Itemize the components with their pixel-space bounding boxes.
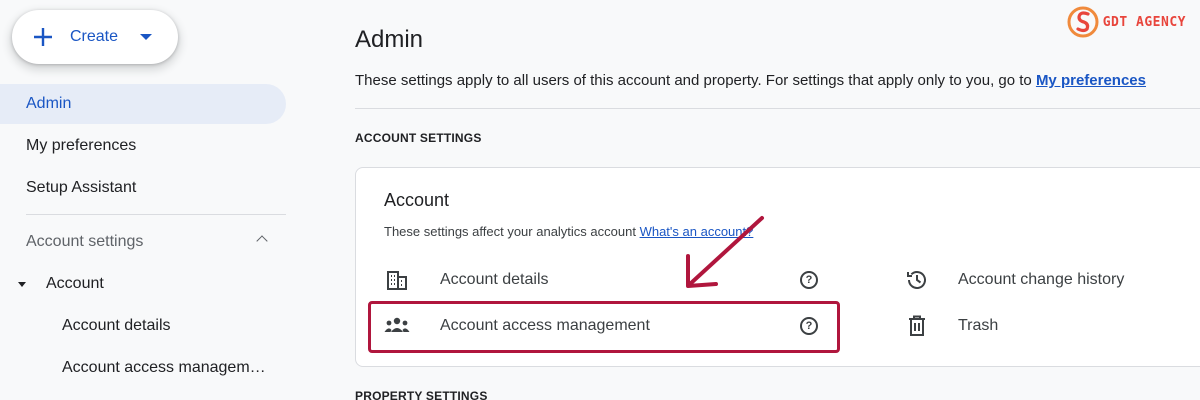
sidebar-item-label: Account details: [62, 317, 171, 334]
sidebar-item-admin[interactable]: Admin: [0, 84, 286, 124]
account-settings-heading: ACCOUNT SETTINGS: [355, 131, 482, 145]
card-title: Account: [384, 190, 450, 210]
sidebar-item-account[interactable]: Account: [0, 264, 286, 304]
account-details-item[interactable]: Account details ?: [384, 260, 834, 300]
sidebar-item-account-details[interactable]: Account details: [0, 306, 286, 346]
divider: [355, 108, 1200, 109]
card-description-text: These settings affect your analytics acc…: [384, 224, 640, 239]
page-description: These settings apply to all users of thi…: [355, 72, 1146, 89]
chevron-up-icon: [256, 235, 268, 247]
property-settings-heading: PROPERTY SETTINGS: [355, 389, 488, 400]
help-icon[interactable]: ?: [800, 271, 818, 289]
history-icon: [904, 267, 930, 293]
account-change-history-label: Account change history: [958, 271, 1125, 288]
sidebar-item-label: Admin: [26, 95, 72, 112]
highlight-box: [368, 301, 840, 353]
account-details-label: Account details: [440, 271, 549, 288]
sidebar-item-label: Account access managem…: [62, 359, 266, 376]
sidebar-section-account-settings[interactable]: Account settings: [0, 222, 286, 262]
page-title: Admin: [355, 26, 424, 53]
building-icon: [384, 267, 410, 293]
sidebar-item-label: Account: [46, 275, 104, 292]
create-button[interactable]: Create: [12, 10, 178, 64]
create-label: Create: [70, 28, 119, 45]
sidebar-section-label: Account settings: [26, 233, 144, 250]
gdt-agency-logo: GDT AGENCY: [1065, 4, 1186, 40]
trash-item[interactable]: Trash: [904, 306, 1200, 346]
sidebar-divider: [26, 214, 286, 215]
page-description-text: These settings apply to all users of thi…: [355, 72, 1036, 89]
sidebar-item-account-access-management[interactable]: Account access managem…: [0, 348, 286, 388]
sidebar-item-label: Setup Assistant: [26, 179, 137, 196]
trash-label: Trash: [958, 317, 999, 334]
whats-an-account-link[interactable]: What's an account?: [640, 224, 754, 239]
sidebar: Create Admin My preferences Setup Assist…: [0, 0, 300, 400]
my-preferences-link[interactable]: My preferences: [1036, 72, 1146, 89]
card-description: These settings affect your analytics acc…: [384, 224, 753, 239]
sidebar-item-my-preferences[interactable]: My preferences: [0, 126, 286, 166]
trash-icon: [904, 313, 930, 339]
sidebar-item-label: My preferences: [26, 137, 137, 154]
sidebar-item-setup-assistant[interactable]: Setup Assistant: [0, 168, 286, 208]
account-card: Account These settings affect your analy…: [355, 167, 1200, 367]
expand-triangle-icon: [18, 281, 26, 287]
account-change-history-item[interactable]: Account change history: [904, 260, 1200, 300]
caret-down-icon[interactable]: [140, 34, 153, 40]
main-content: Admin These settings apply to all users …: [355, 0, 1200, 400]
logo-text: GDT AGENCY: [1102, 14, 1186, 30]
logo-mark-icon: [1065, 4, 1101, 40]
plus-icon: [32, 26, 54, 48]
